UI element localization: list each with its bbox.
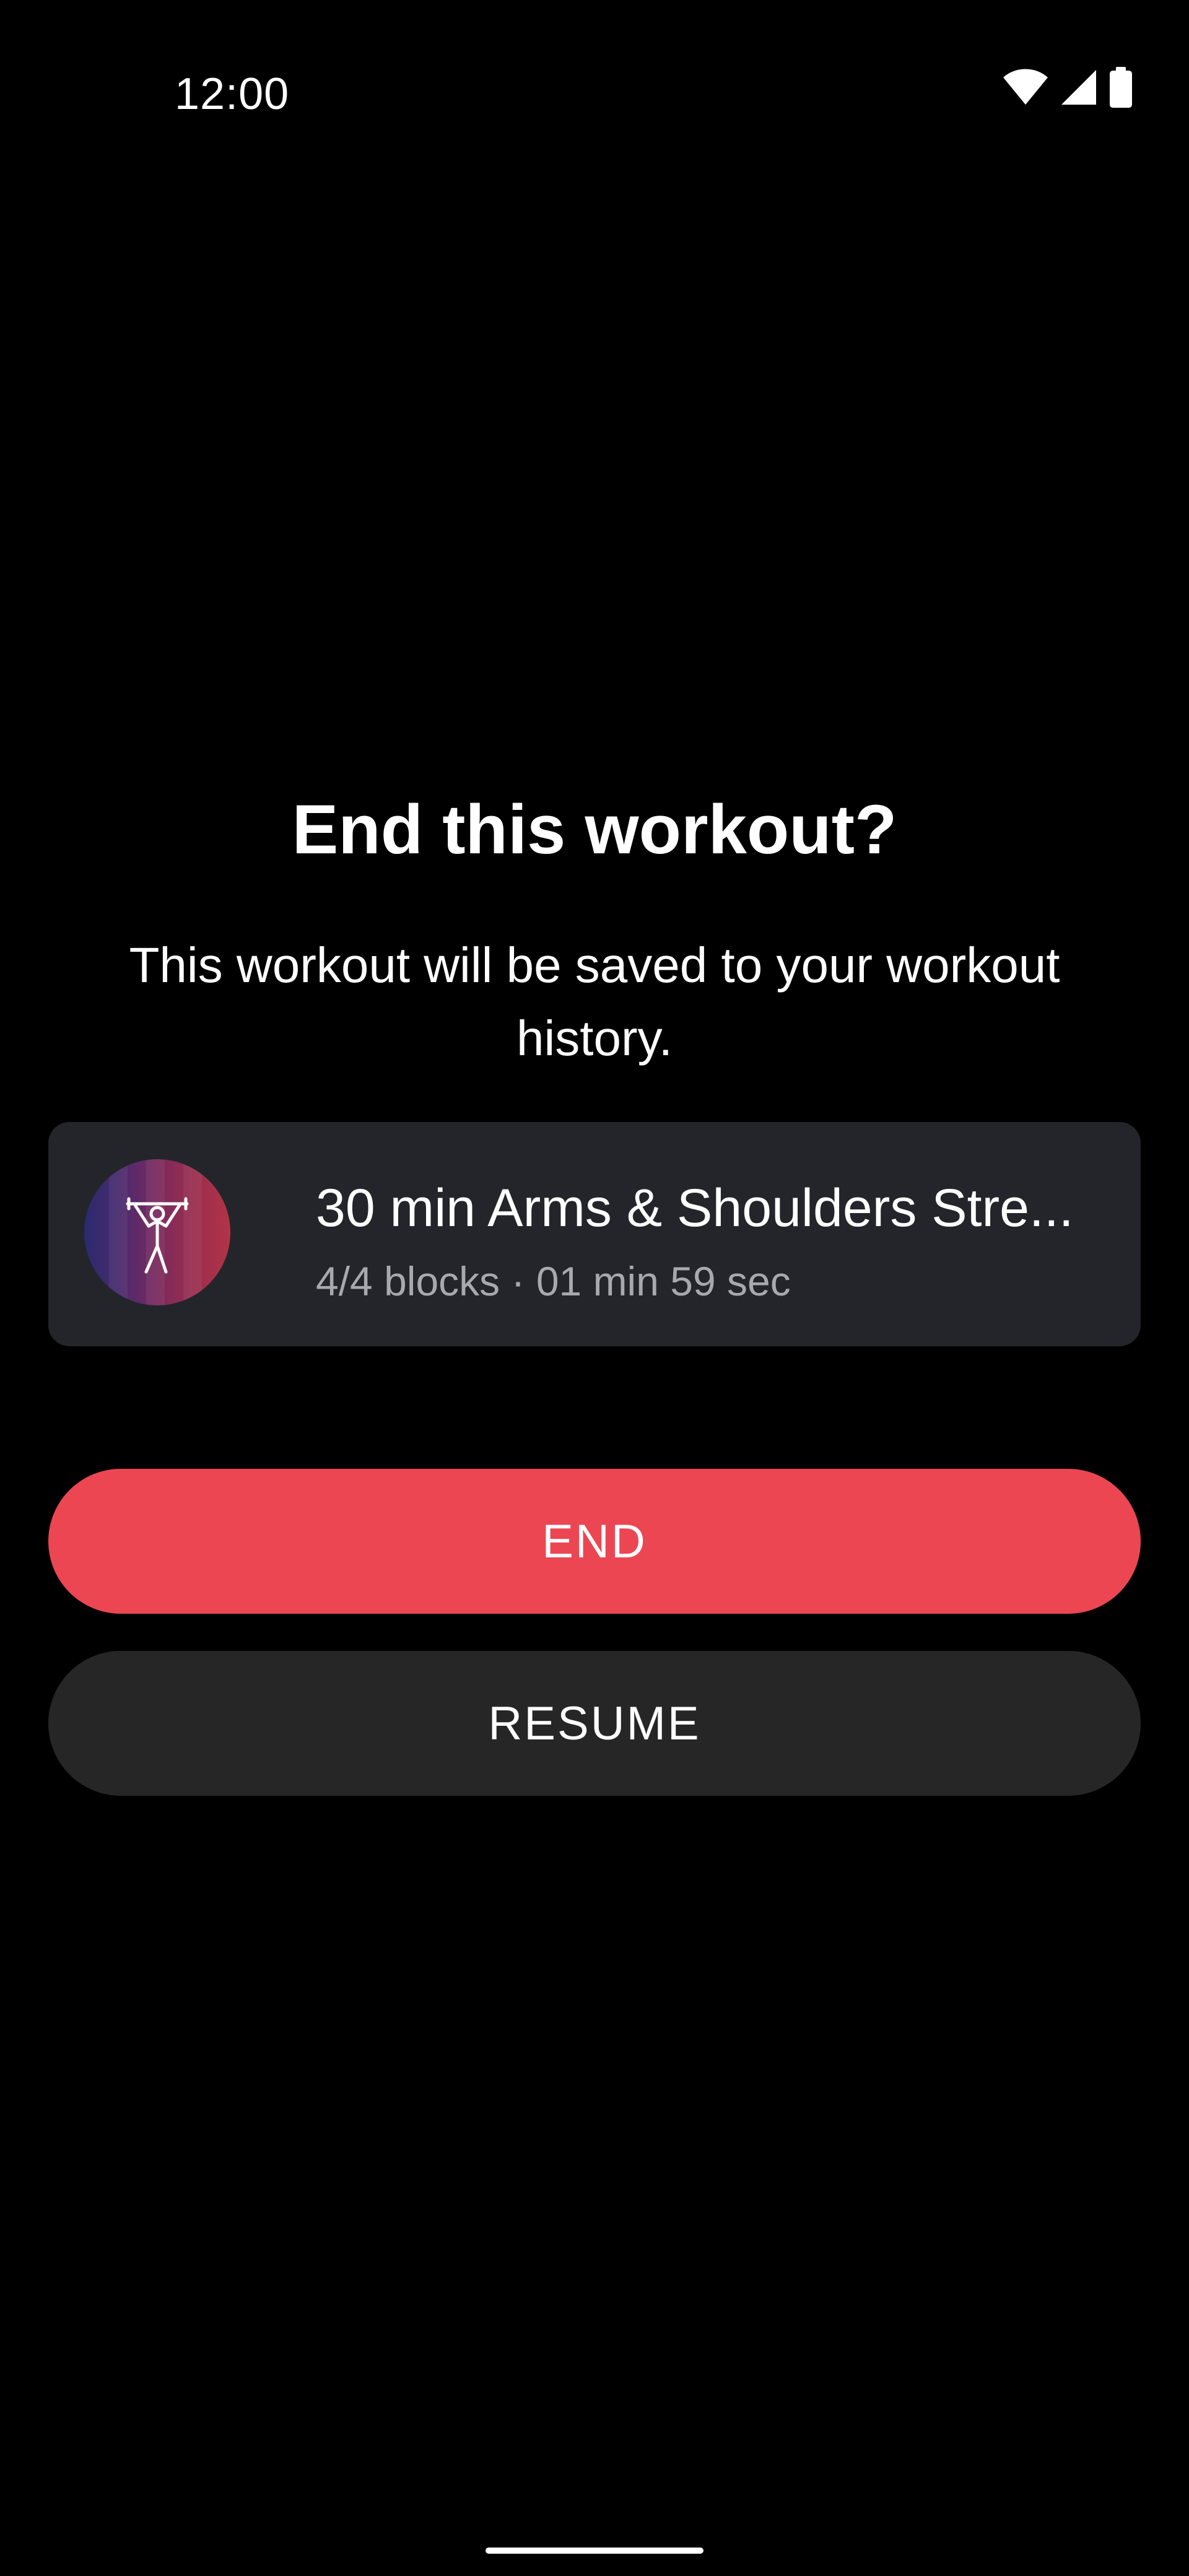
status-icons bbox=[1002, 67, 1133, 108]
resume-button[interactable]: RESUME bbox=[48, 1651, 1141, 1796]
cellular-signal-icon bbox=[1060, 69, 1097, 106]
dialog-title: End this workout? bbox=[292, 791, 897, 868]
status-time: 12:00 bbox=[175, 69, 290, 119]
workout-name: 30 min Arms & Shoulders Stre... bbox=[316, 1178, 1074, 1238]
dialog-message: This workout will be saved to your worko… bbox=[129, 938, 1060, 1066]
status-bar: 12:00 bbox=[0, 0, 1189, 186]
workout-summary-card: 30 min Arms & Shoulders Stre... 4/4 bloc… bbox=[48, 1122, 1141, 1346]
battery-icon bbox=[1108, 67, 1133, 108]
end-button[interactable]: END bbox=[48, 1469, 1141, 1614]
workout-meta: 4/4 blocks · 01 min 59 sec bbox=[316, 1258, 791, 1304]
wifi-icon bbox=[1002, 69, 1049, 106]
home-indicator[interactable] bbox=[486, 2548, 703, 2554]
workout-thumbnail bbox=[84, 1159, 230, 1305]
